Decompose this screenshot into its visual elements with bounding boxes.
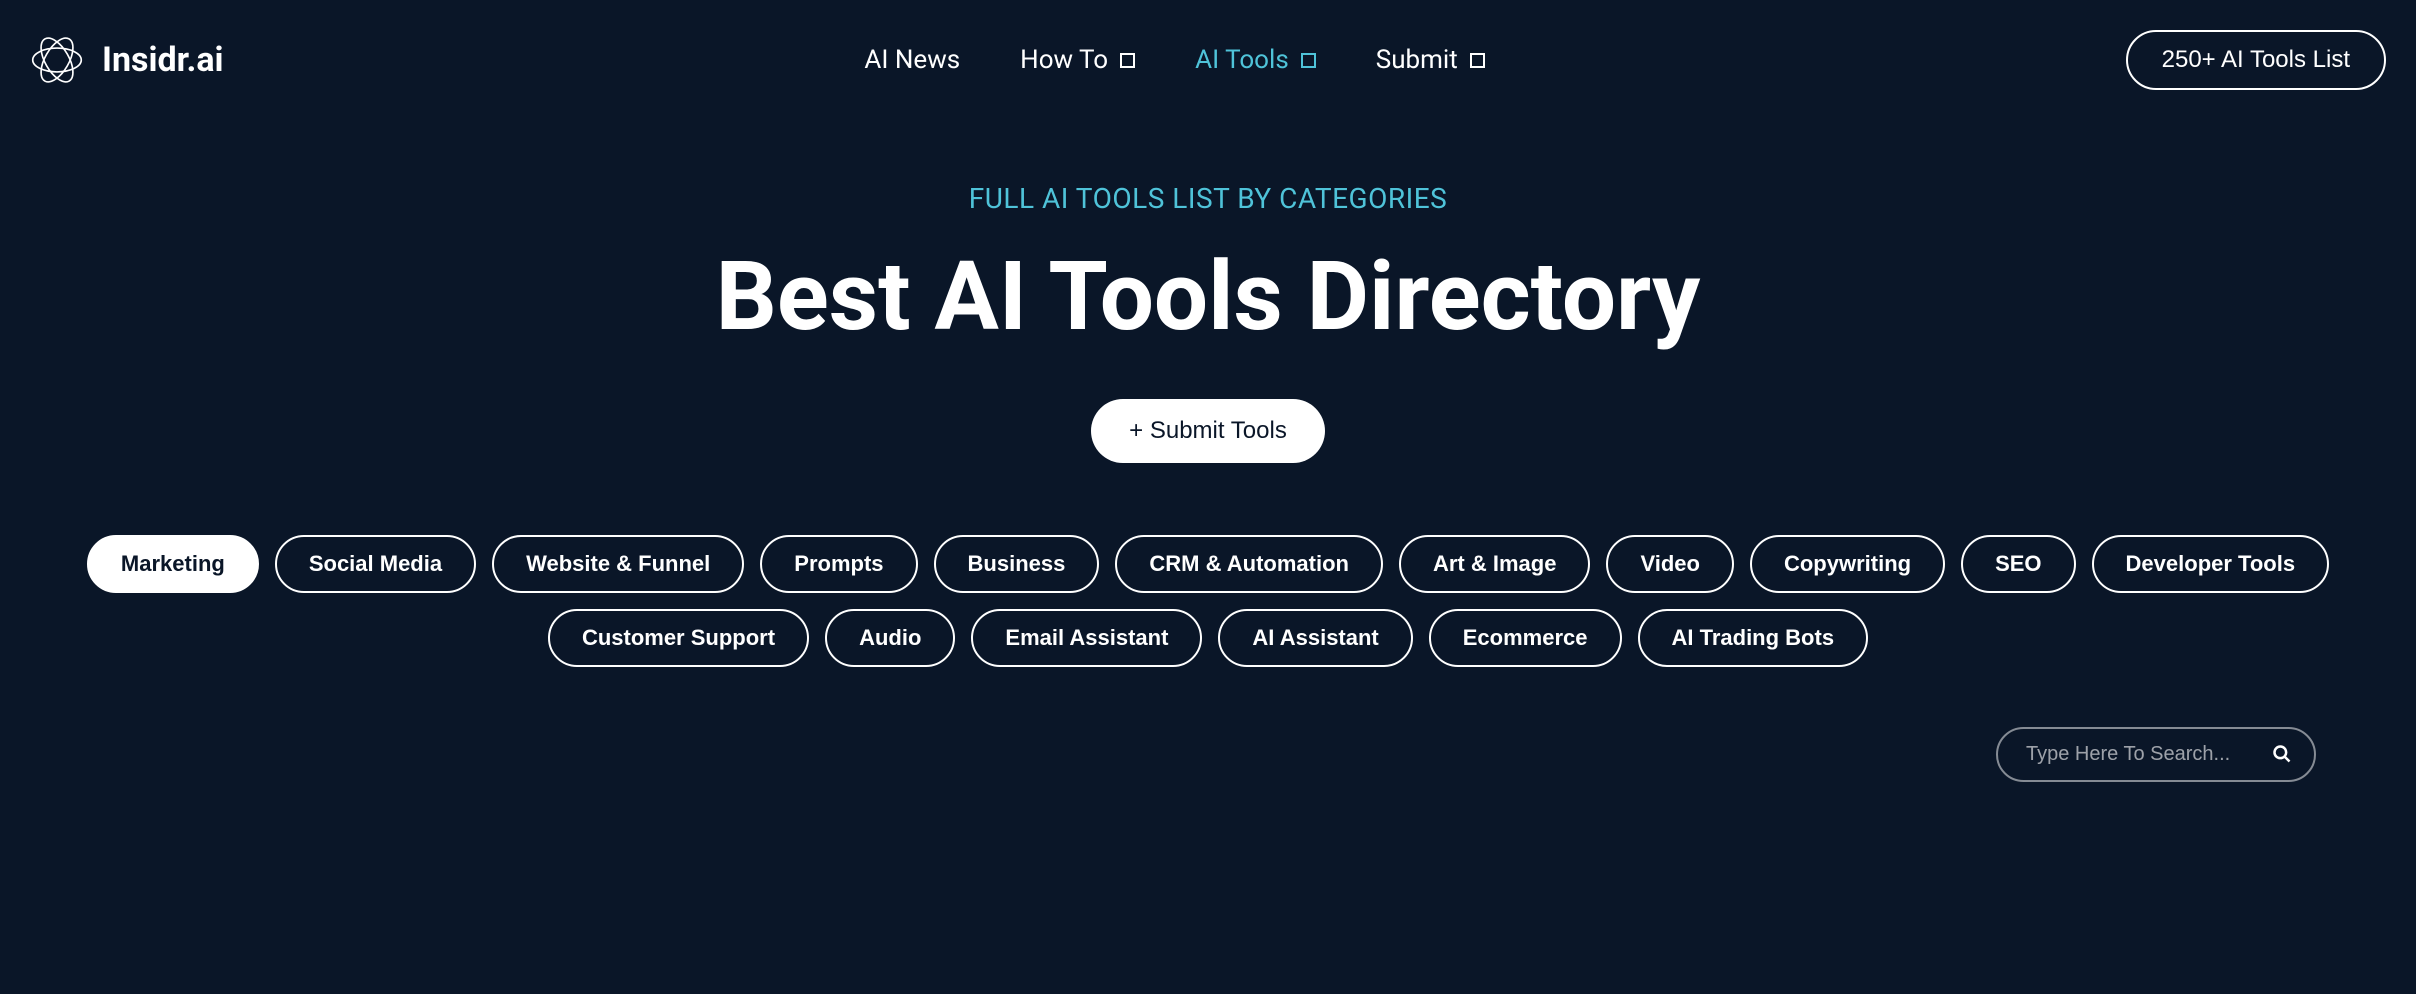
hero-subtitle: FULL AI TOOLS LIST BY CATEGORIES bbox=[0, 182, 2416, 215]
brand-name: Insidr.ai bbox=[102, 40, 224, 80]
dropdown-icon bbox=[1120, 53, 1135, 68]
category-pill-ai-trading-bots[interactable]: AI Trading Bots bbox=[1638, 609, 1869, 667]
category-pill-developer-tools[interactable]: Developer Tools bbox=[2092, 535, 2330, 593]
search-input[interactable] bbox=[2026, 743, 2254, 766]
category-pills: Marketing Social Media Website & Funnel Pro… bbox=[0, 535, 2416, 667]
nav-item-how-to[interactable]: How To bbox=[1020, 45, 1135, 75]
category-pill-seo[interactable]: SEO bbox=[1961, 535, 2075, 593]
category-pill-marketing[interactable]: Marketing bbox=[87, 535, 259, 593]
nav-item-label: Submit bbox=[1376, 45, 1458, 75]
hero-title: Best AI Tools Directory bbox=[0, 245, 2416, 351]
logo-group[interactable]: Insidr.ai bbox=[30, 33, 224, 87]
dropdown-icon bbox=[1301, 53, 1316, 68]
category-pill-ecommerce[interactable]: Ecommerce bbox=[1429, 609, 1622, 667]
submit-tools-button[interactable]: + Submit Tools bbox=[1091, 399, 1325, 463]
category-pill-email-assistant[interactable]: Email Assistant bbox=[971, 609, 1202, 667]
search-row bbox=[0, 667, 2416, 782]
category-pill-social-media[interactable]: Social Media bbox=[275, 535, 476, 593]
category-pill-prompts[interactable]: Prompts bbox=[760, 535, 917, 593]
nav-item-label: AI Tools bbox=[1195, 45, 1289, 75]
category-pill-copywriting[interactable]: Copywriting bbox=[1750, 535, 1945, 593]
nav-item-label: AI News bbox=[864, 45, 960, 75]
category-pill-website-funnel[interactable]: Website & Funnel bbox=[492, 535, 744, 593]
category-pill-video[interactable]: Video bbox=[1606, 535, 1734, 593]
nav-item-ai-tools[interactable]: AI Tools bbox=[1195, 45, 1316, 75]
category-pill-crm-automation[interactable]: CRM & Automation bbox=[1115, 535, 1383, 593]
nav-item-submit[interactable]: Submit bbox=[1376, 45, 1485, 75]
nav-item-label: How To bbox=[1020, 45, 1108, 75]
category-pill-art-image[interactable]: Art & Image bbox=[1399, 535, 1590, 593]
search-box[interactable] bbox=[1996, 727, 2316, 782]
category-pill-audio[interactable]: Audio bbox=[825, 609, 955, 667]
header: Insidr.ai AI News How To AI Tools Submit 25… bbox=[0, 0, 2416, 120]
category-pill-ai-assistant[interactable]: AI Assistant bbox=[1218, 609, 1412, 667]
category-pill-business[interactable]: Business bbox=[934, 535, 1100, 593]
logo-icon bbox=[30, 33, 84, 87]
main-nav: AI News How To AI Tools Submit bbox=[864, 45, 1484, 75]
nav-item-ai-news[interactable]: AI News bbox=[864, 45, 960, 75]
dropdown-icon bbox=[1470, 53, 1485, 68]
category-pill-customer-support[interactable]: Customer Support bbox=[548, 609, 809, 667]
tools-list-cta-button[interactable]: 250+ AI Tools List bbox=[2126, 30, 2386, 90]
hero-section: FULL AI TOOLS LIST BY CATEGORIES Best AI… bbox=[0, 120, 2416, 667]
search-icon bbox=[2272, 744, 2292, 764]
